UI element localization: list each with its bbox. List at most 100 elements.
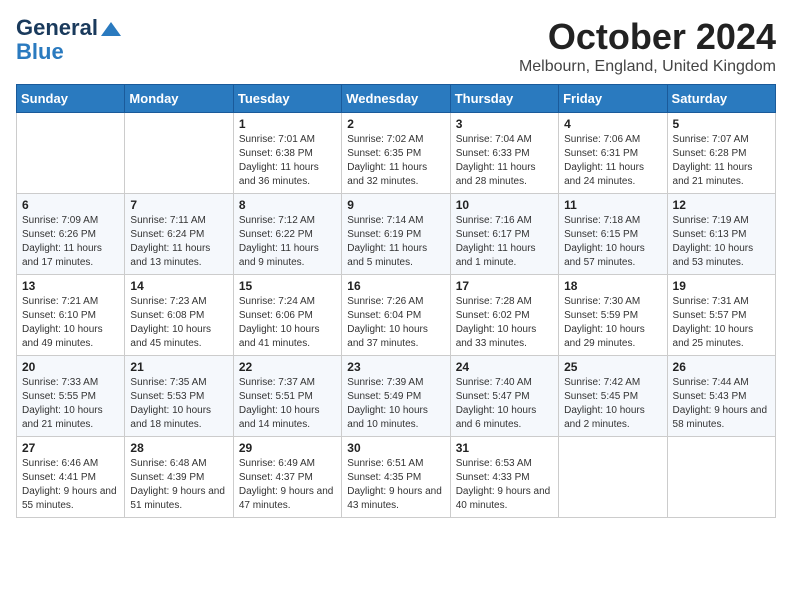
day-number: 14 bbox=[130, 279, 227, 293]
table-row: 22 Sunrise: 7:37 AMSunset: 5:51 PMDayligh… bbox=[233, 356, 341, 437]
header-friday: Friday bbox=[559, 85, 667, 113]
day-number: 21 bbox=[130, 360, 227, 374]
day-info: Sunrise: 7:16 AMSunset: 6:17 PMDaylight:… bbox=[456, 214, 553, 270]
day-info: Sunrise: 7:39 AMSunset: 5:49 PMDaylight:… bbox=[347, 376, 444, 432]
day-number: 15 bbox=[239, 279, 336, 293]
day-info: Sunrise: 7:24 AMSunset: 6:06 PMDaylight:… bbox=[239, 295, 336, 351]
day-info: Sunrise: 7:07 AMSunset: 6:28 PMDaylight:… bbox=[673, 133, 770, 189]
day-info: Sunrise: 7:06 AMSunset: 6:31 PMDaylight:… bbox=[564, 133, 661, 189]
table-row: 12 Sunrise: 7:19 AMSunset: 6:13 PMDayligh… bbox=[667, 194, 775, 275]
logo: General Blue bbox=[16, 16, 121, 64]
day-info: Sunrise: 7:04 AMSunset: 6:33 PMDaylight:… bbox=[456, 133, 553, 189]
table-row: 26 Sunrise: 7:44 AMSunset: 5:43 PMDayligh… bbox=[667, 356, 775, 437]
table-row: 20 Sunrise: 7:33 AMSunset: 5:55 PMDayligh… bbox=[17, 356, 125, 437]
day-number: 26 bbox=[673, 360, 770, 374]
day-info: Sunrise: 6:51 AMSunset: 4:35 PMDaylight:… bbox=[347, 457, 444, 513]
calendar-week-row: 6 Sunrise: 7:09 AMSunset: 6:26 PMDaylight… bbox=[17, 194, 776, 275]
table-row: 4 Sunrise: 7:06 AMSunset: 6:31 PMDaylight… bbox=[559, 113, 667, 194]
table-row: 28Sunrise: 6:48 AMSunset: 4:39 PMDayligh… bbox=[125, 437, 233, 518]
table-row: 31 Sunrise: 6:53 AMSunset: 4:33 PMDayligh… bbox=[450, 437, 558, 518]
day-info: Sunrise: 7:40 AMSunset: 5:47 PMDaylight:… bbox=[456, 376, 553, 432]
day-info: Sunrise: 7:18 AMSunset: 6:15 PMDaylight:… bbox=[564, 214, 661, 270]
day-number: 1 bbox=[239, 117, 336, 131]
day-number: 2 bbox=[347, 117, 444, 131]
table-row: 6 Sunrise: 7:09 AMSunset: 6:26 PMDaylight… bbox=[17, 194, 125, 275]
table-row: 11Sunrise: 7:18 AMSunset: 6:15 PMDayligh… bbox=[559, 194, 667, 275]
day-number: 9 bbox=[347, 198, 444, 212]
day-number: 5 bbox=[673, 117, 770, 131]
day-info: Sunrise: 6:49 AMSunset: 4:37 PMDaylight:… bbox=[239, 457, 336, 513]
table-row: 13 Sunrise: 7:21 AMSunset: 6:10 PMDayligh… bbox=[17, 275, 125, 356]
table-row: 16 Sunrise: 7:26 AMSunset: 6:04 PMDayligh… bbox=[342, 275, 450, 356]
table-row: 9 Sunrise: 7:14 AMSunset: 6:19 PMDaylight… bbox=[342, 194, 450, 275]
day-number: 16 bbox=[347, 279, 444, 293]
day-number: 31 bbox=[456, 441, 553, 455]
table-row: 1Sunrise: 7:01 AMSunset: 6:38 PMDaylight… bbox=[233, 113, 341, 194]
day-info: Sunrise: 7:44 AMSunset: 5:43 PMDaylight:… bbox=[673, 376, 770, 432]
day-info: Sunrise: 7:33 AMSunset: 5:55 PMDaylight:… bbox=[22, 376, 119, 432]
table-row: 19Sunrise: 7:31 AMSunset: 5:57 PMDayligh… bbox=[667, 275, 775, 356]
table-row: 14 Sunrise: 7:23 AMSunset: 6:08 PMDayligh… bbox=[125, 275, 233, 356]
day-info: Sunrise: 7:28 AMSunset: 6:02 PMDaylight:… bbox=[456, 295, 553, 351]
day-number: 30 bbox=[347, 441, 444, 455]
day-info: Sunrise: 7:09 AMSunset: 6:26 PMDaylight:… bbox=[22, 214, 119, 270]
table-row: 18 Sunrise: 7:30 AMSunset: 5:59 PMDayligh… bbox=[559, 275, 667, 356]
day-info: Sunrise: 7:30 AMSunset: 5:59 PMDaylight:… bbox=[564, 295, 661, 351]
logo-line2: Blue bbox=[16, 40, 64, 64]
day-info: Sunrise: 7:12 AMSunset: 6:22 PMDaylight:… bbox=[239, 214, 336, 270]
table-row: 27 Sunrise: 6:46 AMSunset: 4:41 PMDayligh… bbox=[17, 437, 125, 518]
table-row: 30 Sunrise: 6:51 AMSunset: 4:35 PMDayligh… bbox=[342, 437, 450, 518]
table-row bbox=[559, 437, 667, 518]
table-row: 8 Sunrise: 7:12 AMSunset: 6:22 PMDaylight… bbox=[233, 194, 341, 275]
day-info: Sunrise: 7:19 AMSunset: 6:13 PMDaylight:… bbox=[673, 214, 770, 270]
day-number: 22 bbox=[239, 360, 336, 374]
day-info: Sunrise: 7:42 AMSunset: 5:45 PMDaylight:… bbox=[564, 376, 661, 432]
day-info: Sunrise: 7:21 AMSunset: 6:10 PMDaylight:… bbox=[22, 295, 119, 351]
day-info: Sunrise: 7:02 AMSunset: 6:35 PMDaylight:… bbox=[347, 133, 444, 189]
day-number: 12 bbox=[673, 198, 770, 212]
day-number: 24 bbox=[456, 360, 553, 374]
day-info: Sunrise: 6:46 AMSunset: 4:41 PMDaylight:… bbox=[22, 457, 119, 513]
day-info: Sunrise: 7:35 AMSunset: 5:53 PMDaylight:… bbox=[130, 376, 227, 432]
calendar-header-row: Sunday Monday Tuesday Wednesday Thursday… bbox=[17, 85, 776, 113]
title-area: October 2024 Melbourn, England, United K… bbox=[519, 16, 776, 76]
table-row: 24 Sunrise: 7:40 AMSunset: 5:47 PMDayligh… bbox=[450, 356, 558, 437]
day-info: Sunrise: 7:26 AMSunset: 6:04 PMDaylight:… bbox=[347, 295, 444, 351]
header-thursday: Thursday bbox=[450, 85, 558, 113]
day-number: 13 bbox=[22, 279, 119, 293]
calendar-week-row: 1Sunrise: 7:01 AMSunset: 6:38 PMDaylight… bbox=[17, 113, 776, 194]
header: General Blue October 2024 Melbourn, Engl… bbox=[16, 16, 776, 76]
calendar-week-row: 20 Sunrise: 7:33 AMSunset: 5:55 PMDayligh… bbox=[17, 356, 776, 437]
table-row: 21 Sunrise: 7:35 AMSunset: 5:53 PMDayligh… bbox=[125, 356, 233, 437]
table-row: 2 Sunrise: 7:02 AMSunset: 6:35 PMDaylight… bbox=[342, 113, 450, 194]
day-number: 4 bbox=[564, 117, 661, 131]
day-info: Sunrise: 7:31 AMSunset: 5:57 PMDaylight:… bbox=[673, 295, 770, 351]
day-number: 6 bbox=[22, 198, 119, 212]
table-row bbox=[125, 113, 233, 194]
calendar-week-row: 27 Sunrise: 6:46 AMSunset: 4:41 PMDayligh… bbox=[17, 437, 776, 518]
table-row: 5 Sunrise: 7:07 AMSunset: 6:28 PMDaylight… bbox=[667, 113, 775, 194]
calendar-week-row: 13 Sunrise: 7:21 AMSunset: 6:10 PMDayligh… bbox=[17, 275, 776, 356]
day-number: 28 bbox=[130, 441, 227, 455]
table-row: 23 Sunrise: 7:39 AMSunset: 5:49 PMDayligh… bbox=[342, 356, 450, 437]
table-row: 15 Sunrise: 7:24 AMSunset: 6:06 PMDayligh… bbox=[233, 275, 341, 356]
header-monday: Monday bbox=[125, 85, 233, 113]
day-number: 27 bbox=[22, 441, 119, 455]
day-info: Sunrise: 7:37 AMSunset: 5:51 PMDaylight:… bbox=[239, 376, 336, 432]
day-number: 17 bbox=[456, 279, 553, 293]
day-number: 20 bbox=[22, 360, 119, 374]
day-number: 23 bbox=[347, 360, 444, 374]
day-number: 8 bbox=[239, 198, 336, 212]
day-info: Sunrise: 7:11 AMSunset: 6:24 PMDaylight:… bbox=[130, 214, 227, 270]
day-number: 25 bbox=[564, 360, 661, 374]
day-number: 29 bbox=[239, 441, 336, 455]
day-info: Sunrise: 7:23 AMSunset: 6:08 PMDaylight:… bbox=[130, 295, 227, 351]
day-info: Sunrise: 7:14 AMSunset: 6:19 PMDaylight:… bbox=[347, 214, 444, 270]
day-number: 18 bbox=[564, 279, 661, 293]
day-info: Sunrise: 6:53 AMSunset: 4:33 PMDaylight:… bbox=[456, 457, 553, 513]
header-saturday: Saturday bbox=[667, 85, 775, 113]
table-row: 25 Sunrise: 7:42 AMSunset: 5:45 PMDayligh… bbox=[559, 356, 667, 437]
header-wednesday: Wednesday bbox=[342, 85, 450, 113]
day-number: 10 bbox=[456, 198, 553, 212]
table-row: 29 Sunrise: 6:49 AMSunset: 4:37 PMDayligh… bbox=[233, 437, 341, 518]
